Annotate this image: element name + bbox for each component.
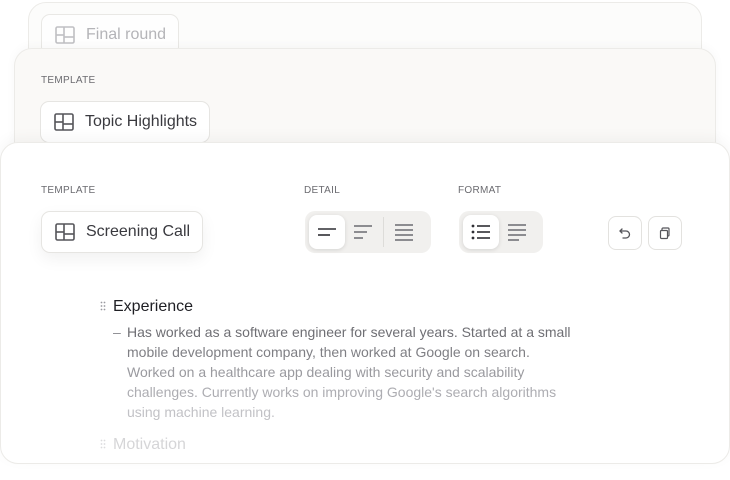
drag-handle-icon[interactable]: [100, 439, 108, 452]
section-heading-motivation: Motivation: [100, 436, 186, 454]
bullet-line: using machine learning.: [127, 404, 275, 420]
layout-template-icon: [55, 223, 75, 241]
segment-divider: [383, 217, 384, 247]
template-name: Final round: [86, 26, 167, 43]
template-label: TEMPLATE: [41, 185, 96, 196]
detail-long-button[interactable]: [386, 215, 422, 249]
template-selector-screening-call[interactable]: Screening Call: [41, 211, 204, 253]
copy-button[interactable]: [648, 216, 682, 250]
detail-medium-button[interactable]: [345, 215, 381, 249]
section-heading-experience: Experience: [100, 296, 620, 318]
list-item: – Has worked as a software engineer for …: [113, 322, 620, 422]
copy-icon: [659, 227, 670, 240]
medium-detail-icon: [354, 225, 372, 239]
bullet-line: Worked on a healthcare app dealing with …: [127, 364, 525, 380]
long-detail-icon: [395, 224, 413, 241]
layout-template-icon: [54, 113, 74, 131]
template-label: TEMPLATE: [41, 75, 96, 86]
section-heading-text: Motivation: [113, 436, 186, 453]
detail-short-button[interactable]: [309, 215, 345, 249]
format-segmented-control: [459, 211, 543, 253]
bulleted-list-icon: [471, 224, 490, 240]
paragraph-icon: [508, 224, 526, 241]
template-name: Topic Highlights: [85, 113, 198, 130]
bullet-dash: –: [113, 324, 121, 340]
bullet-line: Has worked as a software engineer for se…: [127, 324, 571, 340]
template-selector-topic-highlights[interactable]: Topic Highlights: [40, 101, 211, 143]
bullet-line: mobile development company, then worked …: [127, 344, 530, 360]
format-bullets-button[interactable]: [463, 215, 499, 249]
detail-segmented-control: [305, 211, 431, 253]
bullet-line: challenges. Currently works on improving…: [127, 384, 557, 400]
notes-document: Experience – Has worked as a software en…: [100, 296, 620, 422]
short-detail-icon: [318, 228, 336, 236]
format-paragraph-button[interactable]: [499, 215, 535, 249]
section-heading-text: Experience: [113, 298, 194, 315]
bullet-text: Has worked as a software engineer for se…: [127, 322, 617, 422]
format-label: FORMAT: [458, 185, 502, 196]
layout-template-icon: [55, 26, 75, 44]
detail-label: DETAIL: [304, 185, 341, 196]
template-name: Screening Call: [86, 223, 191, 240]
undo-icon: [619, 228, 631, 239]
undo-button[interactable]: [608, 216, 642, 250]
drag-handle-icon[interactable]: [100, 301, 108, 314]
